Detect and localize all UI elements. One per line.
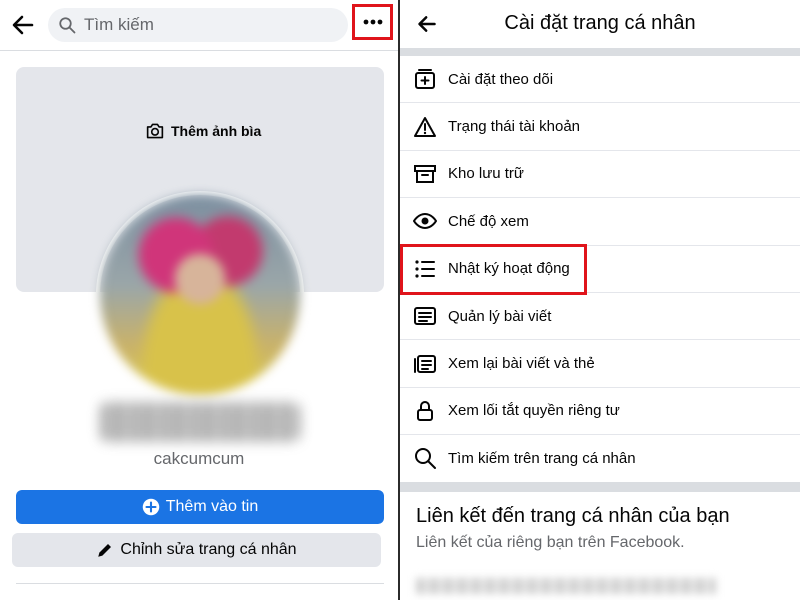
edit-profile-label: Chỉnh sửa trang cá nhân <box>120 541 297 558</box>
arrow-left-icon <box>12 15 34 35</box>
search-icon <box>412 445 438 471</box>
menu-item-label: Xem lối tắt quyền riêng tư <box>448 402 620 420</box>
menu-item-follow-settings[interactable]: Cài đặt theo dõi <box>400 56 800 104</box>
menu-item-label: Trạng thái tài khoản <box>448 118 581 136</box>
archive-icon <box>412 161 438 187</box>
profile-settings-panel: Cài đặt trang cá nhân Cài đặt theo dõi T… <box>400 0 800 600</box>
divider <box>16 583 384 584</box>
menu-item-label: Tìm kiếm trên trang cá nhân <box>448 449 636 467</box>
menu-item-search-profile[interactable]: Tìm kiếm trên trang cá nhân <box>400 435 800 483</box>
pencil-icon <box>98 544 112 557</box>
menu-item-label: Kho lưu trữ <box>448 165 524 183</box>
divider <box>0 50 398 51</box>
search-input[interactable]: Tìm kiếm <box>48 8 348 42</box>
add-cover-label: Thêm ảnh bìa <box>171 123 262 139</box>
edit-profile-button[interactable]: Chỉnh sửa trang cá nhân <box>12 533 381 567</box>
add-to-story-button[interactable]: Thêm vào tin <box>16 490 384 524</box>
menu-item-label: Xem lại bài viết và thẻ <box>448 355 595 373</box>
top-bar: Tìm kiếm <box>0 0 398 50</box>
menu-item-label: Chế độ xem <box>448 212 529 230</box>
search-placeholder: Tìm kiếm <box>84 15 154 34</box>
avatar[interactable] <box>100 195 300 395</box>
page-title: Cài đặt trang cá nhân <box>504 12 696 34</box>
add-to-story-label: Thêm vào tin <box>165 498 259 515</box>
section-separator <box>400 482 800 492</box>
menu-item-label: Quản lý bài viết <box>448 307 552 325</box>
profile-link-url-blurred[interactable] <box>416 578 716 594</box>
follow-settings-icon <box>412 66 438 92</box>
search-icon <box>59 17 76 34</box>
header: Cài đặt trang cá nhân <box>400 0 800 48</box>
warning-icon <box>412 114 438 140</box>
menu-item-account-status[interactable]: Trạng thái tài khoản <box>400 103 800 151</box>
profile-name-blurred <box>100 402 300 442</box>
back-button[interactable] <box>8 10 38 40</box>
menu-item-archive[interactable]: Kho lưu trữ <box>400 151 800 199</box>
menu-item-review-posts-tags[interactable]: Xem lại bài viết và thẻ <box>400 340 800 388</box>
camera-icon <box>146 123 164 139</box>
menu-item-view-as[interactable]: Chế độ xem <box>400 198 800 246</box>
profile-panel: Tìm kiếm Thêm ảnh bìa cakcumcum Thêm vào… <box>0 0 398 600</box>
activity-log-highlight <box>400 244 587 295</box>
menu-item-label: Cài đặt theo dõi <box>448 70 554 88</box>
review-icon <box>412 351 438 377</box>
posts-icon <box>412 303 438 329</box>
profile-username: cakcumcum <box>153 449 245 468</box>
more-options-button[interactable] <box>352 4 393 40</box>
menu-item-privacy-shortcuts[interactable]: Xem lối tắt quyền riêng tư <box>400 388 800 436</box>
profile-link-subtitle: Liên kết của riêng bạn trên Facebook. <box>416 534 685 551</box>
plus-circle-icon <box>142 498 159 516</box>
more-dots-icon <box>363 19 382 25</box>
add-cover-photo-button[interactable]: Thêm ảnh bìa <box>145 122 261 140</box>
profile-link-title: Liên kết đến trang cá nhân của bạn <box>416 505 730 527</box>
lock-icon <box>412 398 438 424</box>
section-separator <box>400 48 800 56</box>
menu-item-manage-posts[interactable]: Quản lý bài viết <box>400 293 800 341</box>
eye-icon <box>412 208 438 234</box>
